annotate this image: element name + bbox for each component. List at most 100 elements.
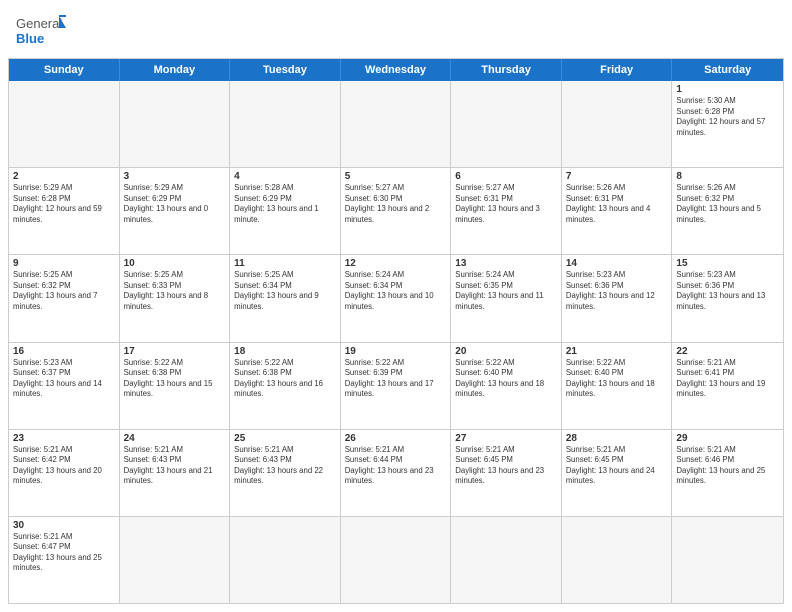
- calendar-cell-5-4: [451, 517, 562, 603]
- day-info: Sunrise: 5:22 AM Sunset: 6:40 PM Dayligh…: [566, 358, 668, 400]
- calendar-cell-3-4: 20Sunrise: 5:22 AM Sunset: 6:40 PM Dayli…: [451, 343, 562, 429]
- day-number: 16: [13, 346, 115, 357]
- day-info: Sunrise: 5:21 AM Sunset: 6:47 PM Dayligh…: [13, 532, 115, 574]
- day-info: Sunrise: 5:22 AM Sunset: 6:39 PM Dayligh…: [345, 358, 447, 400]
- calendar-header: SundayMondayTuesdayWednesdayThursdayFrid…: [9, 59, 783, 81]
- calendar-cell-1-0: 2Sunrise: 5:29 AM Sunset: 6:28 PM Daylig…: [9, 168, 120, 254]
- calendar-week-3: 9Sunrise: 5:25 AM Sunset: 6:32 PM Daylig…: [9, 254, 783, 341]
- calendar-cell-5-5: [562, 517, 673, 603]
- day-number: 30: [13, 520, 115, 531]
- day-number: 25: [234, 433, 336, 444]
- day-info: Sunrise: 5:24 AM Sunset: 6:35 PM Dayligh…: [455, 270, 557, 312]
- day-info: Sunrise: 5:21 AM Sunset: 6:41 PM Dayligh…: [676, 358, 779, 400]
- calendar-cell-2-3: 12Sunrise: 5:24 AM Sunset: 6:34 PM Dayli…: [341, 255, 452, 341]
- header-friday: Friday: [562, 59, 673, 81]
- day-info: Sunrise: 5:27 AM Sunset: 6:30 PM Dayligh…: [345, 183, 447, 225]
- calendar-week-5: 23Sunrise: 5:21 AM Sunset: 6:42 PM Dayli…: [9, 429, 783, 516]
- day-number: 3: [124, 171, 226, 182]
- day-number: 17: [124, 346, 226, 357]
- day-number: 28: [566, 433, 668, 444]
- day-info: Sunrise: 5:21 AM Sunset: 6:42 PM Dayligh…: [13, 445, 115, 487]
- header-monday: Monday: [120, 59, 231, 81]
- day-info: Sunrise: 5:27 AM Sunset: 6:31 PM Dayligh…: [455, 183, 557, 225]
- calendar-cell-3-0: 16Sunrise: 5:23 AM Sunset: 6:37 PM Dayli…: [9, 343, 120, 429]
- day-info: Sunrise: 5:23 AM Sunset: 6:37 PM Dayligh…: [13, 358, 115, 400]
- day-info: Sunrise: 5:29 AM Sunset: 6:29 PM Dayligh…: [124, 183, 226, 225]
- day-number: 1: [676, 84, 779, 95]
- day-info: Sunrise: 5:22 AM Sunset: 6:38 PM Dayligh…: [234, 358, 336, 400]
- calendar: SundayMondayTuesdayWednesdayThursdayFrid…: [8, 58, 784, 604]
- logo: General Blue: [16, 12, 66, 50]
- day-number: 22: [676, 346, 779, 357]
- calendar-week-1: 1Sunrise: 5:30 AM Sunset: 6:28 PM Daylig…: [9, 81, 783, 167]
- day-info: Sunrise: 5:29 AM Sunset: 6:28 PM Dayligh…: [13, 183, 115, 225]
- calendar-cell-2-2: 11Sunrise: 5:25 AM Sunset: 6:34 PM Dayli…: [230, 255, 341, 341]
- calendar-cell-4-5: 28Sunrise: 5:21 AM Sunset: 6:45 PM Dayli…: [562, 430, 673, 516]
- calendar-cell-1-4: 6Sunrise: 5:27 AM Sunset: 6:31 PM Daylig…: [451, 168, 562, 254]
- calendar-cell-3-2: 18Sunrise: 5:22 AM Sunset: 6:38 PM Dayli…: [230, 343, 341, 429]
- calendar-cell-5-1: [120, 517, 231, 603]
- calendar-cell-2-0: 9Sunrise: 5:25 AM Sunset: 6:32 PM Daylig…: [9, 255, 120, 341]
- header-saturday: Saturday: [672, 59, 783, 81]
- calendar-week-6: 30Sunrise: 5:21 AM Sunset: 6:47 PM Dayli…: [9, 516, 783, 603]
- day-info: Sunrise: 5:21 AM Sunset: 6:43 PM Dayligh…: [124, 445, 226, 487]
- day-number: 19: [345, 346, 447, 357]
- day-info: Sunrise: 5:23 AM Sunset: 6:36 PM Dayligh…: [566, 270, 668, 312]
- calendar-cell-5-0: 30Sunrise: 5:21 AM Sunset: 6:47 PM Dayli…: [9, 517, 120, 603]
- day-number: 26: [345, 433, 447, 444]
- calendar-cell-0-6: 1Sunrise: 5:30 AM Sunset: 6:28 PM Daylig…: [672, 81, 783, 167]
- page-header: General Blue: [0, 0, 792, 58]
- day-info: Sunrise: 5:21 AM Sunset: 6:44 PM Dayligh…: [345, 445, 447, 487]
- calendar-cell-2-4: 13Sunrise: 5:24 AM Sunset: 6:35 PM Dayli…: [451, 255, 562, 341]
- calendar-cell-0-0: [9, 81, 120, 167]
- calendar-cell-0-3: [341, 81, 452, 167]
- calendar-week-2: 2Sunrise: 5:29 AM Sunset: 6:28 PM Daylig…: [9, 167, 783, 254]
- calendar-cell-5-2: [230, 517, 341, 603]
- calendar-cell-2-5: 14Sunrise: 5:23 AM Sunset: 6:36 PM Dayli…: [562, 255, 673, 341]
- day-info: Sunrise: 5:21 AM Sunset: 6:45 PM Dayligh…: [566, 445, 668, 487]
- calendar-cell-5-6: [672, 517, 783, 603]
- calendar-cell-1-2: 4Sunrise: 5:28 AM Sunset: 6:29 PM Daylig…: [230, 168, 341, 254]
- day-info: Sunrise: 5:21 AM Sunset: 6:46 PM Dayligh…: [676, 445, 779, 487]
- day-info: Sunrise: 5:26 AM Sunset: 6:31 PM Dayligh…: [566, 183, 668, 225]
- day-number: 2: [13, 171, 115, 182]
- calendar-cell-0-5: [562, 81, 673, 167]
- calendar-cell-4-1: 24Sunrise: 5:21 AM Sunset: 6:43 PM Dayli…: [120, 430, 231, 516]
- calendar-cell-3-6: 22Sunrise: 5:21 AM Sunset: 6:41 PM Dayli…: [672, 343, 783, 429]
- calendar-cell-4-2: 25Sunrise: 5:21 AM Sunset: 6:43 PM Dayli…: [230, 430, 341, 516]
- calendar-cell-4-3: 26Sunrise: 5:21 AM Sunset: 6:44 PM Dayli…: [341, 430, 452, 516]
- calendar-cell-0-2: [230, 81, 341, 167]
- day-number: 4: [234, 171, 336, 182]
- calendar-cell-1-3: 5Sunrise: 5:27 AM Sunset: 6:30 PM Daylig…: [341, 168, 452, 254]
- calendar-cell-0-4: [451, 81, 562, 167]
- day-number: 12: [345, 258, 447, 269]
- day-info: Sunrise: 5:23 AM Sunset: 6:36 PM Dayligh…: [676, 270, 779, 312]
- day-info: Sunrise: 5:25 AM Sunset: 6:34 PM Dayligh…: [234, 270, 336, 312]
- day-number: 7: [566, 171, 668, 182]
- day-number: 10: [124, 258, 226, 269]
- calendar-cell-1-6: 8Sunrise: 5:26 AM Sunset: 6:32 PM Daylig…: [672, 168, 783, 254]
- calendar-cell-2-1: 10Sunrise: 5:25 AM Sunset: 6:33 PM Dayli…: [120, 255, 231, 341]
- svg-text:General: General: [16, 16, 62, 31]
- header-thursday: Thursday: [451, 59, 562, 81]
- calendar-cell-4-0: 23Sunrise: 5:21 AM Sunset: 6:42 PM Dayli…: [9, 430, 120, 516]
- header-tuesday: Tuesday: [230, 59, 341, 81]
- calendar-cell-1-5: 7Sunrise: 5:26 AM Sunset: 6:31 PM Daylig…: [562, 168, 673, 254]
- header-sunday: Sunday: [9, 59, 120, 81]
- svg-text:Blue: Blue: [16, 31, 44, 46]
- calendar-cell-3-1: 17Sunrise: 5:22 AM Sunset: 6:38 PM Dayli…: [120, 343, 231, 429]
- day-number: 20: [455, 346, 557, 357]
- day-number: 18: [234, 346, 336, 357]
- day-number: 29: [676, 433, 779, 444]
- day-number: 21: [566, 346, 668, 357]
- day-info: Sunrise: 5:21 AM Sunset: 6:43 PM Dayligh…: [234, 445, 336, 487]
- day-info: Sunrise: 5:28 AM Sunset: 6:29 PM Dayligh…: [234, 183, 336, 225]
- day-number: 15: [676, 258, 779, 269]
- day-number: 6: [455, 171, 557, 182]
- day-info: Sunrise: 5:22 AM Sunset: 6:40 PM Dayligh…: [455, 358, 557, 400]
- day-number: 5: [345, 171, 447, 182]
- day-info: Sunrise: 5:21 AM Sunset: 6:45 PM Dayligh…: [455, 445, 557, 487]
- calendar-week-4: 16Sunrise: 5:23 AM Sunset: 6:37 PM Dayli…: [9, 342, 783, 429]
- calendar-cell-4-4: 27Sunrise: 5:21 AM Sunset: 6:45 PM Dayli…: [451, 430, 562, 516]
- day-number: 8: [676, 171, 779, 182]
